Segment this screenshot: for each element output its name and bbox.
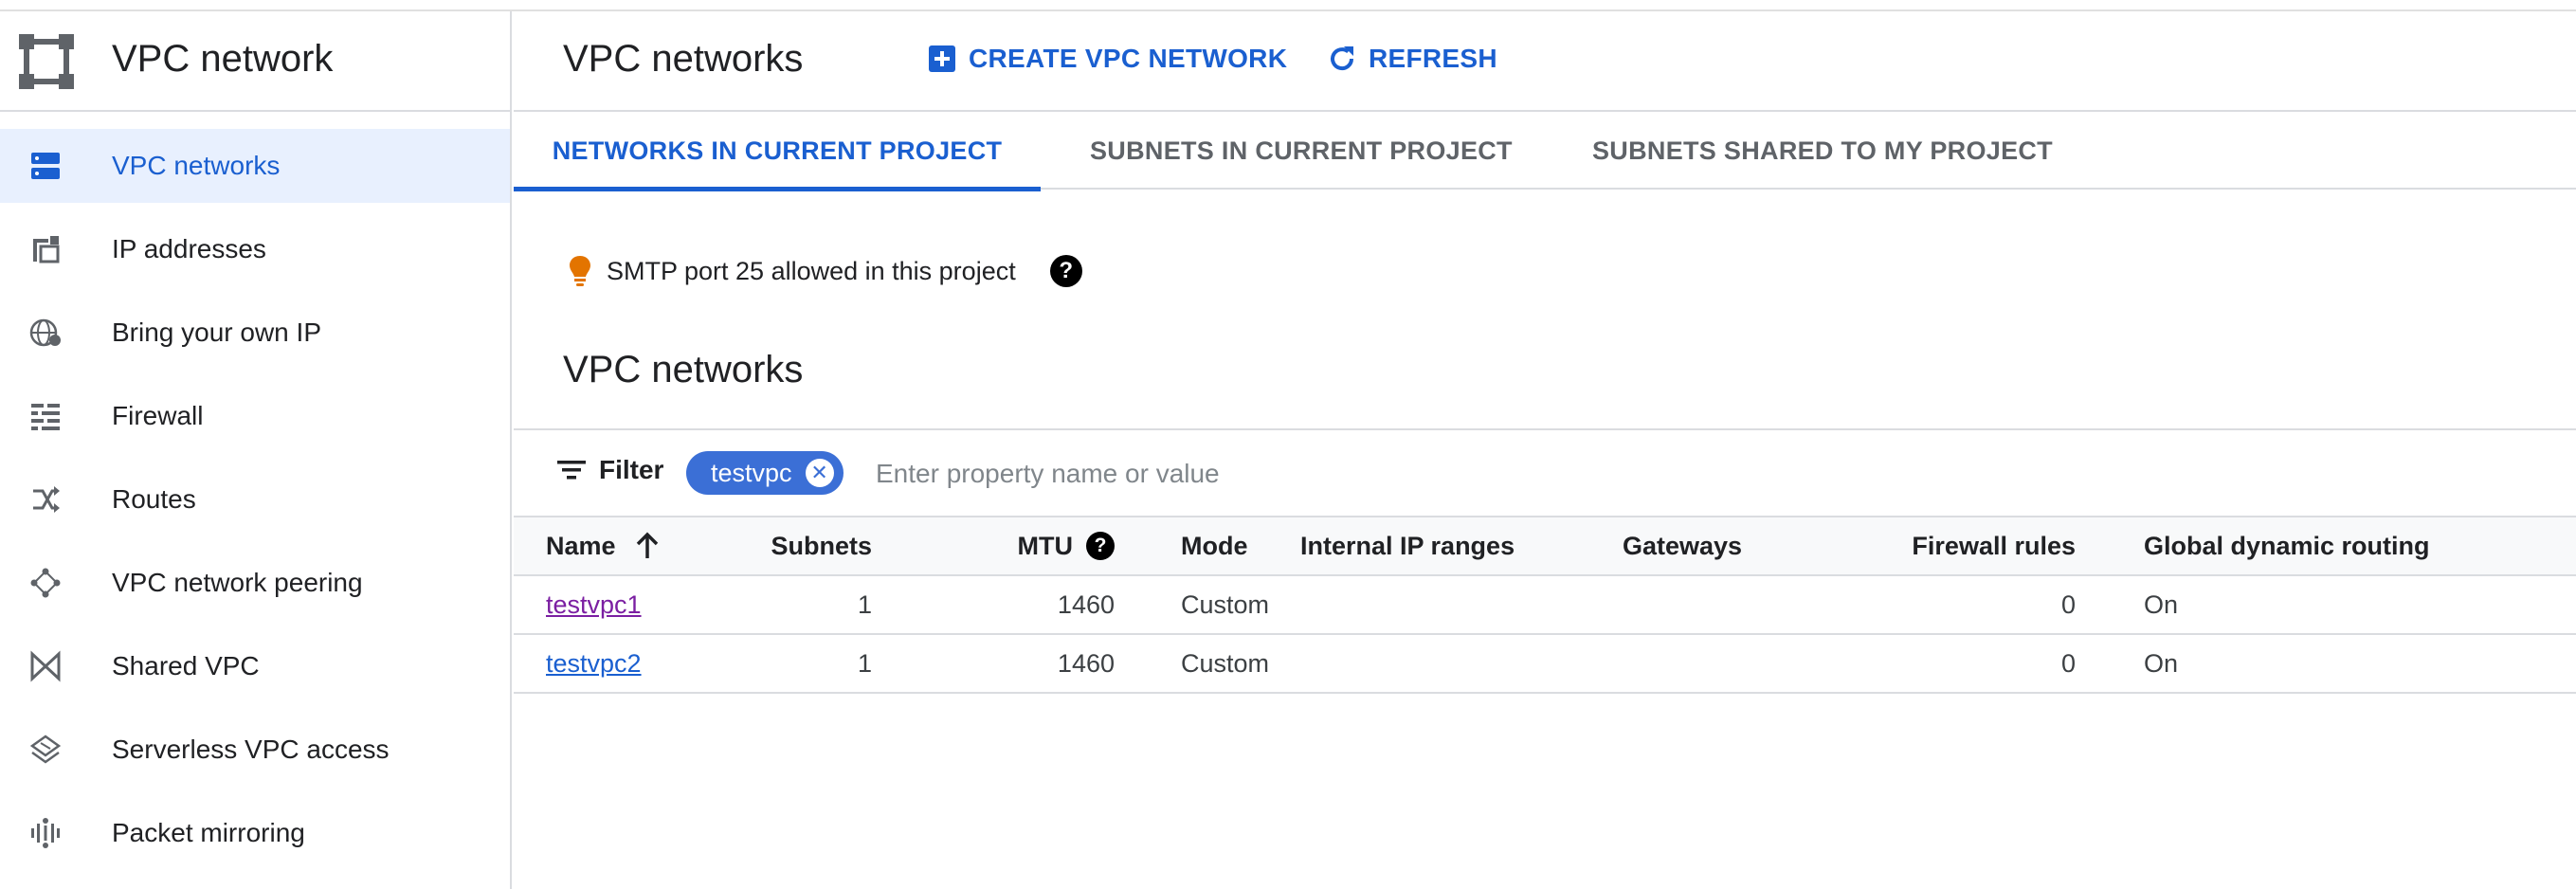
column-header-gateways[interactable]: Gateways [1623,517,1841,575]
sidebar-item-label: Shared VPC [112,651,260,680]
sidebar-title: VPC network [112,38,334,80]
sidebar-item-shared-vpc[interactable]: Shared VPC [0,629,510,703]
filter-chip[interactable]: testvpc ✕ [686,451,844,495]
cell-internal-ip [1300,575,1623,634]
cell-gateways [1623,634,1841,693]
filter-input[interactable] [876,453,1729,495]
vpc-network-logo [19,34,74,89]
tab-networks-in-current-project[interactable]: NETWORKS IN CURRENT PROJECT [514,112,1041,191]
main-content: VPC networks CREATE VPC NETWORK REFRESH … [514,11,2576,889]
network-link[interactable]: testvpc2 [546,649,642,678]
sidebar-item-label: Packet mirroring [112,818,305,847]
page-title: VPC networks [563,38,804,80]
lightbulb-icon [570,256,590,286]
sidebar-item-label: Firewall [112,401,204,430]
sidebar-item-vpc-network-peering[interactable]: VPC network peering [0,546,510,620]
ip-addresses-icon [27,230,64,268]
cell-mtu: 1460 [1057,590,1115,619]
firewall-icon [27,397,64,435]
sidebar-item-vpc-networks[interactable]: VPC networks [0,129,510,203]
column-header-subnets[interactable]: Subnets [751,517,872,575]
add-box-icon [927,44,957,74]
cell-subnets: 1 [857,648,872,678]
sidebar-item-label: VPC networks [112,151,281,180]
top-border [0,0,2576,11]
help-icon[interactable]: ? [1086,532,1115,560]
cell-global-dynamic-routing: On [2144,648,2179,678]
vpc-networks-icon [27,147,64,185]
refresh-button[interactable]: REFRESH [1327,44,1497,74]
filter-bar: Filter testvpc ✕ [514,428,2576,516]
sidebar-item-label: Serverless VPC access [112,735,390,764]
packet-mirroring-icon [27,814,64,852]
refresh-button-label: REFRESH [1369,44,1497,73]
filter-chip-label: testvpc [711,458,792,487]
tab-subnets-shared-to-my-project[interactable]: SUBNETS SHARED TO MY PROJECT [1592,112,2053,190]
routes-icon [27,481,64,518]
filter-label: Filter [599,455,664,484]
sidebar-item-packet-mirroring[interactable]: Packet mirroring [0,796,510,870]
column-mtu-label: MTU [1017,531,1073,560]
table-row: testvpc1 1 1460 Custom 0 On [514,575,2576,634]
sort-ascending-icon[interactable] [633,532,662,560]
create-button-label: CREATE VPC NETWORK [969,44,1288,73]
cell-name: testvpc2 [514,634,751,693]
filter-icon [557,461,586,480]
shared-vpc-icon [27,647,64,685]
cell-mode: Custom [1181,590,1270,619]
close-icon[interactable]: ✕ [805,459,834,487]
help-icon[interactable]: ? [1049,255,1082,287]
sidebar-item-label: Routes [112,484,196,514]
section-title: VPC networks [563,349,804,390]
sidebar-item-label: VPC network peering [112,568,363,597]
column-name-label: Name [546,531,616,560]
sidebar-header: VPC network [0,11,510,112]
sidebar-item-firewall[interactable]: Firewall [0,379,510,453]
sidebar-item-ip-addresses[interactable]: IP addresses [0,212,510,286]
cell-mtu: 1460 [1057,648,1115,678]
cell-subnets: 1 [857,590,872,619]
create-vpc-network-button[interactable]: CREATE VPC NETWORK [927,44,1287,74]
column-header-firewall-rules[interactable]: Firewall rules [1841,517,2076,575]
sidebar-item-serverless-vpc-access[interactable]: Serverless VPC access [0,713,510,787]
cell-firewall-rules: 0 [2060,590,2076,619]
column-header-global-dynamic-routing[interactable]: Global dynamic routing [2076,517,2576,575]
peering-icon [27,564,64,602]
smtp-notice: SMTP port 25 allowed in this project ? [567,254,1082,288]
refresh-icon [1327,44,1357,74]
smtp-notice-text: SMTP port 25 allowed in this project [607,256,1016,285]
cell-global-dynamic-routing: On [2144,590,2179,619]
cell-name: testvpc1 [514,575,751,634]
sidebar-item-routes[interactable]: Routes [0,463,510,536]
column-header-internal-ip-ranges[interactable]: Internal IP ranges [1300,517,1623,575]
page-header: VPC networks CREATE VPC NETWORK REFRESH [514,11,2576,112]
table-header-row: Name Subnets MTU ? Mode Internal IP rang… [514,517,2576,575]
globe-icon [27,314,64,352]
filter-button[interactable]: Filter [555,455,663,485]
vpc-networks-table: Name Subnets MTU ? Mode Internal IP rang… [514,516,2576,694]
tab-bar: NETWORKS IN CURRENT PROJECT SUBNETS IN C… [514,112,2576,191]
cell-gateways [1623,575,1841,634]
column-header-mode[interactable]: Mode [1115,517,1300,575]
serverless-icon [27,731,64,769]
network-link[interactable]: testvpc1 [546,590,642,619]
cell-internal-ip [1300,634,1623,693]
sidebar: VPC network VPC networks IP addresses Br… [0,11,512,889]
column-header-name[interactable]: Name [514,517,751,575]
cell-firewall-rules: 0 [2060,648,2076,678]
sidebar-item-label: Bring your own IP [112,318,321,347]
table-row: testvpc2 1 1460 Custom 0 On [514,634,2576,693]
tab-subnets-in-current-project[interactable]: SUBNETS IN CURRENT PROJECT [1090,112,1513,190]
sidebar-item-label: IP addresses [112,234,266,263]
sidebar-nav: VPC networks IP addresses Bring your own… [0,129,510,880]
sidebar-item-bring-your-own-ip[interactable]: Bring your own IP [0,296,510,370]
column-header-mtu[interactable]: MTU ? [872,517,1115,575]
cell-mode: Custom [1181,648,1270,678]
